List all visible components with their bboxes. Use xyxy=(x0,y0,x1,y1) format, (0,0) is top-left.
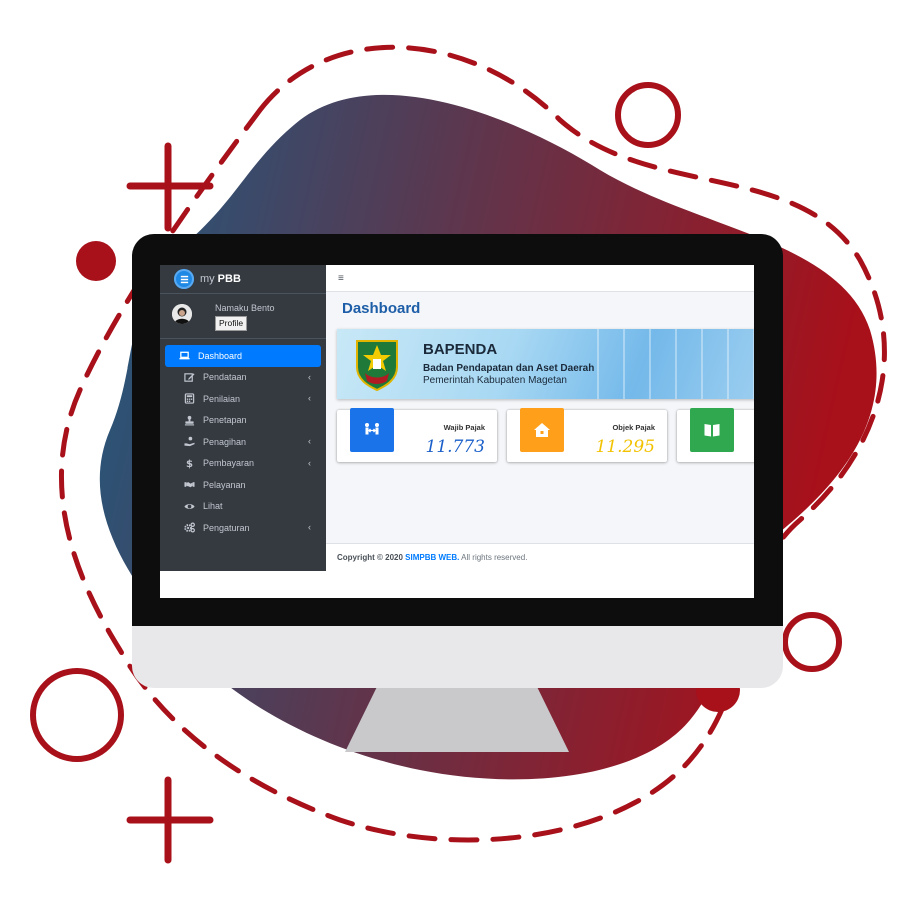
sidebar-item-label: Pengaturan xyxy=(203,522,250,533)
chevron-left-icon: ‹ xyxy=(308,457,311,468)
hand-coin-icon xyxy=(183,436,195,448)
sidebar-item-label: Penetapan xyxy=(203,415,247,426)
menu-toggle-icon[interactable]: ≡ xyxy=(338,274,344,284)
chevron-left-icon: ‹ xyxy=(308,436,311,446)
dollar-icon: $ xyxy=(183,457,195,469)
people-arrows-icon xyxy=(350,408,394,452)
sidebar-item-lihat[interactable]: Lihat xyxy=(165,496,321,518)
sidebar-item-penilaian[interactable]: Penilaian ‹ xyxy=(165,388,321,410)
eye-icon xyxy=(183,500,195,512)
stat-box-objek-pajak[interactable]: Objek Pajak 11.295 xyxy=(507,408,667,462)
app-screen: my PBB Namaku Bento Profile Dashboard Pe… xyxy=(160,265,754,598)
avatar[interactable] xyxy=(172,304,192,324)
sidebar-item-label: Lihat xyxy=(203,501,223,512)
banner-subtitle: Badan Pendapatan dan Aset Daerah xyxy=(423,363,595,374)
edit-icon xyxy=(183,371,195,383)
ring-decoration-right xyxy=(782,612,842,672)
sidebar-item-penagihan[interactable]: Penagihan ‹ xyxy=(165,431,321,453)
brand-logo-icon xyxy=(174,269,194,289)
house-icon xyxy=(520,408,564,452)
stamp-icon xyxy=(183,414,195,426)
rights-text: All rights reserved. xyxy=(461,553,528,562)
sidebar-item-pembayaran[interactable]: $ Pembayaran ‹ xyxy=(165,453,321,475)
sidebar-menu: Dashboard Pendataan ‹ Penilaian ‹ Peneta… xyxy=(160,345,326,539)
banner-subtitle-2: Pemerintah Kabupaten Magetan xyxy=(423,375,567,386)
sidebar-item-label: Pembayaran xyxy=(203,458,255,469)
calculator-icon xyxy=(183,393,195,405)
page-footer: Copyright © 2020 SIMPBB WEB. All rights … xyxy=(326,543,754,572)
copyright-prefix: Copyright © 2020 xyxy=(337,553,403,562)
handshake-icon xyxy=(183,479,195,491)
sidebar-item-label: Penilaian xyxy=(203,393,241,404)
sidebar-item-label: Penagihan xyxy=(203,436,247,447)
magetan-emblem-icon xyxy=(356,340,398,391)
bapenda-banner: BAPENDA Badan Pendapatan dan Aset Daerah… xyxy=(337,329,754,399)
chevron-left-icon: ‹ xyxy=(308,371,311,382)
sidebar-item-label: Pelayanan xyxy=(203,479,246,490)
stat-label: Wajib Pajak xyxy=(443,423,485,432)
main-content: Dashboard BAPENDA Badan Pendapatan dan A… xyxy=(326,292,754,543)
sidebar-item-pelayanan[interactable]: Pelayanan xyxy=(165,474,321,496)
stat-box-third[interactable] xyxy=(677,408,754,462)
monitor-stand xyxy=(345,688,569,752)
book-icon xyxy=(690,408,734,452)
banner-title: BAPENDA xyxy=(423,341,498,358)
sidebar-item-pengaturan[interactable]: Pengaturan ‹ xyxy=(165,517,321,539)
monitor-chin xyxy=(132,626,783,688)
sidebar-item-label: Pendataan xyxy=(203,372,247,383)
svg-text:$: $ xyxy=(185,459,192,469)
laptop-icon xyxy=(178,350,190,362)
brand-name: PBB xyxy=(217,273,241,285)
stat-value: 11.295 xyxy=(595,437,655,457)
sidebar-item-penetapan[interactable]: Penetapan xyxy=(165,410,321,432)
sidebar-item-label: Dashboard xyxy=(198,350,243,361)
page-title: Dashboard xyxy=(342,300,421,317)
ring-decoration-top xyxy=(615,82,681,148)
sidebar-item-pendataan[interactable]: Pendataan ‹ xyxy=(165,367,321,389)
brand-link[interactable]: my PBB xyxy=(160,265,326,294)
stat-box-wajib-pajak[interactable]: Wajib Pajak 11.773 xyxy=(337,408,497,462)
user-name[interactable]: Namaku Bento xyxy=(215,303,275,313)
ring-decoration-left xyxy=(30,668,124,762)
brand-prefix: my xyxy=(200,273,215,285)
sidebar-item-dashboard[interactable]: Dashboard xyxy=(165,345,321,367)
simpbb-link[interactable]: SIMPBB WEB. xyxy=(405,553,459,562)
stat-value: 11.773 xyxy=(425,437,485,457)
cogs-icon xyxy=(183,522,195,534)
user-panel: Namaku Bento Profile xyxy=(160,294,326,339)
plus-decoration-bottom xyxy=(126,776,214,864)
chevron-left-icon: ‹ xyxy=(308,393,311,403)
profile-button[interactable]: Profile xyxy=(215,316,248,331)
chevron-left-icon: ‹ xyxy=(308,522,311,532)
plus-decoration-top xyxy=(126,142,214,232)
copyright-text: Copyright © 2020 SIMPBB WEB. All rights … xyxy=(337,553,527,562)
dot-decoration-left xyxy=(76,241,116,281)
stat-label: Objek Pajak xyxy=(612,423,655,432)
sidebar: my PBB Namaku Bento Profile Dashboard Pe… xyxy=(160,265,326,571)
top-navbar: ≡ xyxy=(326,265,754,292)
